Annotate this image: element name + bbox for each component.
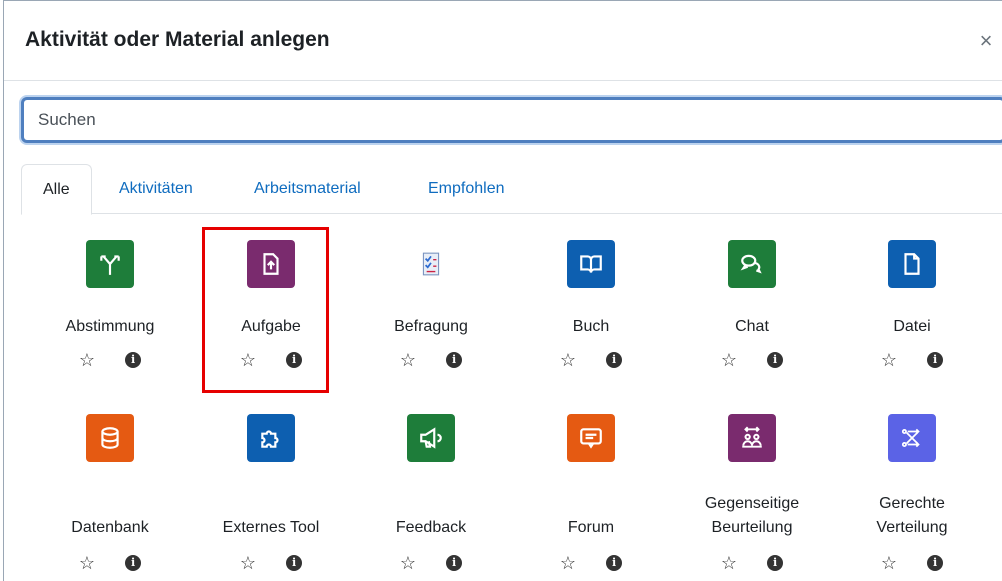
choice-icon	[86, 240, 134, 288]
info-icon[interactable]: i	[125, 555, 142, 571]
info-icon[interactable]: i	[125, 352, 142, 368]
module-buch[interactable]: Buch ☆ i	[511, 215, 671, 390]
book-icon	[567, 240, 615, 288]
module-label: Befragung	[394, 318, 468, 335]
module-grid: Abstimmung ☆ i Aufgabe ☆ i Befragung ☆ i…	[21, 215, 1002, 581]
module-feedback[interactable]: Feedback ☆ i	[351, 390, 511, 573]
workshop-icon	[728, 414, 776, 462]
info-icon[interactable]: i	[446, 352, 463, 368]
module-befragung[interactable]: Befragung ☆ i	[351, 215, 511, 390]
module-gerechte-verteilung[interactable]: Gerechte Verteilung ☆ i	[832, 390, 992, 573]
dialog-title: Aktivität oder Material anlegen	[25, 28, 330, 51]
module-abstimmung[interactable]: Abstimmung ☆ i	[30, 215, 190, 390]
module-label: Datei	[893, 318, 931, 335]
forum-icon	[567, 414, 615, 462]
star-icon[interactable]: ☆	[400, 348, 416, 372]
star-icon[interactable]: ☆	[560, 551, 576, 575]
module-datei[interactable]: Datei ☆ i	[832, 215, 992, 390]
tab-resources[interactable]: Arbeitsmaterial	[233, 164, 382, 214]
puzzle-icon	[247, 414, 295, 462]
tab-all[interactable]: Alle	[21, 164, 92, 215]
module-label-line2: Beurteilung	[711, 519, 793, 536]
star-icon[interactable]: ☆	[721, 348, 737, 372]
star-icon[interactable]: ☆	[240, 551, 256, 575]
chat-icon	[728, 240, 776, 288]
star-icon[interactable]: ☆	[560, 348, 576, 372]
module-label: Buch	[572, 318, 610, 335]
star-icon[interactable]: ☆	[881, 551, 897, 575]
module-label: Abstimmung	[65, 318, 155, 335]
category-tabs: Alle Aktivitäten Arbeitsmaterial Empfohl…	[21, 164, 1002, 215]
info-icon[interactable]: i	[606, 555, 623, 571]
survey-icon	[407, 240, 455, 288]
tab-activities[interactable]: Aktivitäten	[98, 164, 214, 214]
star-icon[interactable]: ☆	[881, 348, 897, 372]
star-icon[interactable]: ☆	[79, 551, 95, 575]
module-externes-tool[interactable]: Externes Tool ☆ i	[191, 390, 351, 573]
info-icon[interactable]: i	[927, 555, 944, 571]
database-icon	[86, 414, 134, 462]
module-label: Gerechte	[879, 495, 945, 512]
module-label: Externes Tool	[222, 519, 320, 536]
star-icon[interactable]: ☆	[79, 348, 95, 372]
search-input[interactable]	[21, 97, 1002, 143]
info-icon[interactable]: i	[286, 555, 303, 571]
info-icon[interactable]: i	[767, 352, 784, 368]
info-icon[interactable]: i	[767, 555, 784, 571]
info-icon[interactable]: i	[606, 352, 623, 368]
dialog-header: Aktivität oder Material anlegen ×	[4, 1, 1002, 81]
module-label: Chat	[735, 318, 769, 335]
close-button[interactable]: ×	[972, 27, 1000, 55]
module-label: Forum	[567, 519, 615, 536]
highlight-annotation	[202, 227, 329, 393]
module-label-line2: Verteilung	[876, 519, 948, 536]
star-icon[interactable]: ☆	[400, 551, 416, 575]
module-label: Gegenseitige	[704, 495, 800, 512]
ratingallocate-icon	[888, 414, 936, 462]
star-icon[interactable]: ☆	[721, 551, 737, 575]
megaphone-icon	[407, 414, 455, 462]
info-icon[interactable]: i	[927, 352, 944, 368]
file-icon	[888, 240, 936, 288]
module-forum[interactable]: Forum ☆ i	[511, 390, 671, 573]
module-chat[interactable]: Chat ☆ i	[672, 215, 832, 390]
info-icon[interactable]: i	[446, 555, 463, 571]
module-label: Datenbank	[71, 519, 149, 536]
module-gegenseitige-beurteilung[interactable]: Gegenseitige Beurteilung ☆ i	[672, 390, 832, 573]
tab-recommended[interactable]: Empfohlen	[407, 164, 526, 214]
module-datenbank[interactable]: Datenbank ☆ i	[30, 390, 190, 573]
module-label: Feedback	[395, 519, 467, 536]
